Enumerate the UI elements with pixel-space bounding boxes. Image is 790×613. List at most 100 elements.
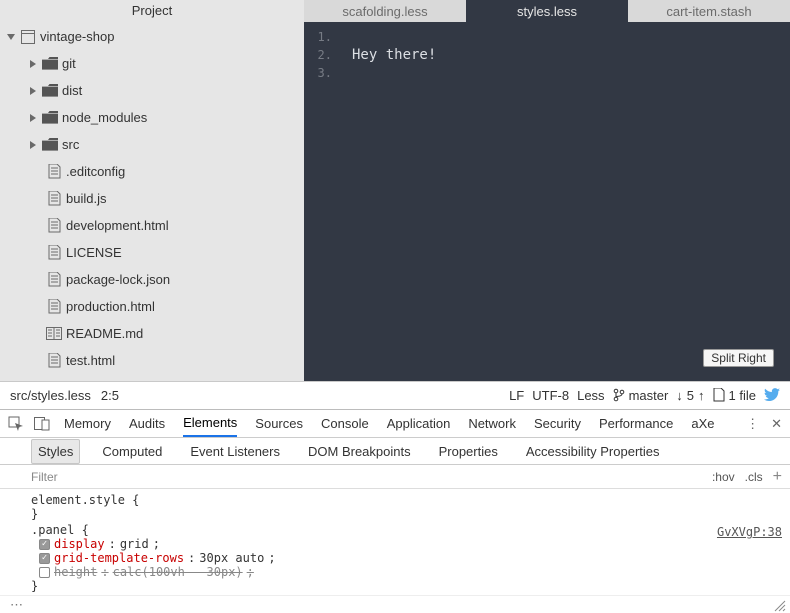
arrow-down-icon: ↓ <box>676 388 683 403</box>
devtools-tab-audits[interactable]: Audits <box>129 411 165 436</box>
subtab-accessibility[interactable]: Accessibility Properties <box>520 440 666 463</box>
devtools-tab-security[interactable]: Security <box>534 411 581 436</box>
subtab-dom-breakpoints[interactable]: DOM Breakpoints <box>302 440 417 463</box>
tree-folder[interactable]: git <box>0 50 304 77</box>
css-property-name: display <box>54 537 105 551</box>
property-checkbox[interactable] <box>39 567 50 578</box>
devtools-tab-memory[interactable]: Memory <box>64 411 111 436</box>
resize-handle-icon[interactable] <box>772 598 786 612</box>
status-branch[interactable]: master <box>613 388 669 403</box>
devtools-tab-console[interactable]: Console <box>321 411 369 436</box>
devtools-tab-elements[interactable]: Elements <box>183 410 237 437</box>
tree-file[interactable]: production.html <box>0 293 304 320</box>
tree-root[interactable]: vintage-shop <box>0 23 304 50</box>
panel-selector: .panel { <box>31 523 782 537</box>
file-icon <box>46 164 62 180</box>
inspect-icon[interactable] <box>8 416 24 432</box>
devtools-tab-axe[interactable]: aXe <box>691 411 714 436</box>
status-filepath[interactable]: src/styles.less <box>10 388 91 403</box>
tree-folder[interactable]: dist <box>0 77 304 104</box>
tree-file[interactable]: LICENSE <box>0 239 304 266</box>
file-icon <box>46 218 62 234</box>
css-property-value: grid <box>120 537 149 551</box>
hov-toggle[interactable]: :hov <box>712 470 735 484</box>
tree-file-label: development.html <box>66 218 169 233</box>
tree-folder-label: src <box>62 137 79 152</box>
devtools-panel: Memory Audits Elements Sources Console A… <box>0 409 790 613</box>
status-eol[interactable]: LF <box>509 388 524 403</box>
tree-folder[interactable]: node_modules <box>0 104 304 131</box>
status-encoding[interactable]: UTF-8 <box>532 388 569 403</box>
css-property-row[interactable]: display: grid; <box>31 537 782 551</box>
status-language[interactable]: Less <box>577 388 604 403</box>
subtab-styles[interactable]: Styles <box>31 439 80 464</box>
status-files-count: 1 file <box>729 388 756 403</box>
tree-file[interactable]: development.html <box>0 212 304 239</box>
chevron-right-icon <box>28 114 38 122</box>
styles-subtabs: Styles Computed Event Listeners DOM Brea… <box>0 438 790 465</box>
file-icon <box>713 388 725 402</box>
subtab-properties[interactable]: Properties <box>433 440 504 463</box>
status-cursor[interactable]: 2:5 <box>101 388 119 403</box>
subtab-computed[interactable]: Computed <box>96 440 168 463</box>
sidebar-title: Project <box>0 0 304 21</box>
property-checkbox[interactable] <box>39 553 50 564</box>
status-files[interactable]: 1 file <box>713 388 756 403</box>
kebab-menu-icon[interactable]: ⋮ <box>746 416 759 432</box>
status-sync[interactable]: ↓ 5 ↑ <box>676 388 704 403</box>
filter-input[interactable]: Filter <box>31 470 58 484</box>
subtab-event-listeners[interactable]: Event Listeners <box>184 440 286 463</box>
tree-file-label: .editconfig <box>66 164 125 179</box>
tree-file[interactable]: build.js <box>0 185 304 212</box>
file-icon <box>46 299 62 315</box>
devtools-footer: ⋯ <box>0 595 790 613</box>
file-icon <box>46 353 62 369</box>
line-number: 1 <box>312 30 336 44</box>
editor-tab[interactable]: cart-item.stash <box>628 0 790 22</box>
tree-file[interactable]: README.md <box>0 320 304 347</box>
css-property-value: 30px auto <box>199 551 264 565</box>
tree-file[interactable]: .editconfig <box>0 158 304 185</box>
tree-file-label: package-lock.json <box>66 272 170 287</box>
tree-file-label: LICENSE <box>66 245 122 260</box>
devtools-tab-application[interactable]: Application <box>387 411 451 436</box>
tree-file[interactable]: package-lock.json <box>0 266 304 293</box>
devtools-tab-performance[interactable]: Performance <box>599 411 673 436</box>
chevron-down-icon <box>6 34 16 40</box>
line-number: 3 <box>312 66 336 80</box>
file-icon <box>46 191 62 207</box>
css-property-value: calc(100vh - 30px) <box>113 565 243 579</box>
css-property-row[interactable]: height: calc(100vh - 30px); <box>31 565 782 579</box>
editor-tab[interactable]: scafolding.less <box>304 0 466 22</box>
cls-toggle[interactable]: .cls <box>745 470 763 484</box>
source-link[interactable]: GvXVgP:38 <box>717 525 782 539</box>
editor-tab-active[interactable]: styles.less <box>466 0 628 22</box>
code-editor[interactable]: 1 2Hey there! 3 <box>304 22 790 381</box>
twitter-icon[interactable] <box>764 387 780 403</box>
tree-file-label: README.md <box>66 326 143 341</box>
tree-folder[interactable]: src <box>0 131 304 158</box>
add-rule-icon[interactable]: + <box>773 468 782 486</box>
close-icon[interactable]: ✕ <box>771 416 782 432</box>
element-style-selector: element.style { <box>31 493 782 507</box>
markdown-icon <box>46 326 62 342</box>
file-icon <box>46 272 62 288</box>
arrow-up-icon: ↑ <box>698 388 705 403</box>
file-tree: vintage-shop git dist node_modules <box>0 21 304 381</box>
status-branch-name: master <box>629 388 669 403</box>
devtools-tab-network[interactable]: Network <box>468 411 516 436</box>
tree-file-label: production.html <box>66 299 155 314</box>
tree-file[interactable]: test.html <box>0 347 304 374</box>
project-sidebar: Project vintage-shop git dist <box>0 0 304 381</box>
tree-file-label: test.html <box>66 353 115 368</box>
property-checkbox[interactable] <box>39 539 50 550</box>
devtools-tab-sources[interactable]: Sources <box>255 411 303 436</box>
ellipsis-icon[interactable]: ⋯ <box>10 597 23 613</box>
styles-pane[interactable]: element.style { } GvXVgP:38 .panel { dis… <box>0 489 790 595</box>
tree-file-label: build.js <box>66 191 106 206</box>
device-toggle-icon[interactable] <box>34 416 50 432</box>
folder-icon <box>42 110 58 126</box>
styles-filter-row: Filter :hov .cls + <box>0 465 790 489</box>
css-property-row[interactable]: grid-template-rows: 30px auto; <box>31 551 782 565</box>
css-property-name: grid-template-rows <box>54 551 184 565</box>
